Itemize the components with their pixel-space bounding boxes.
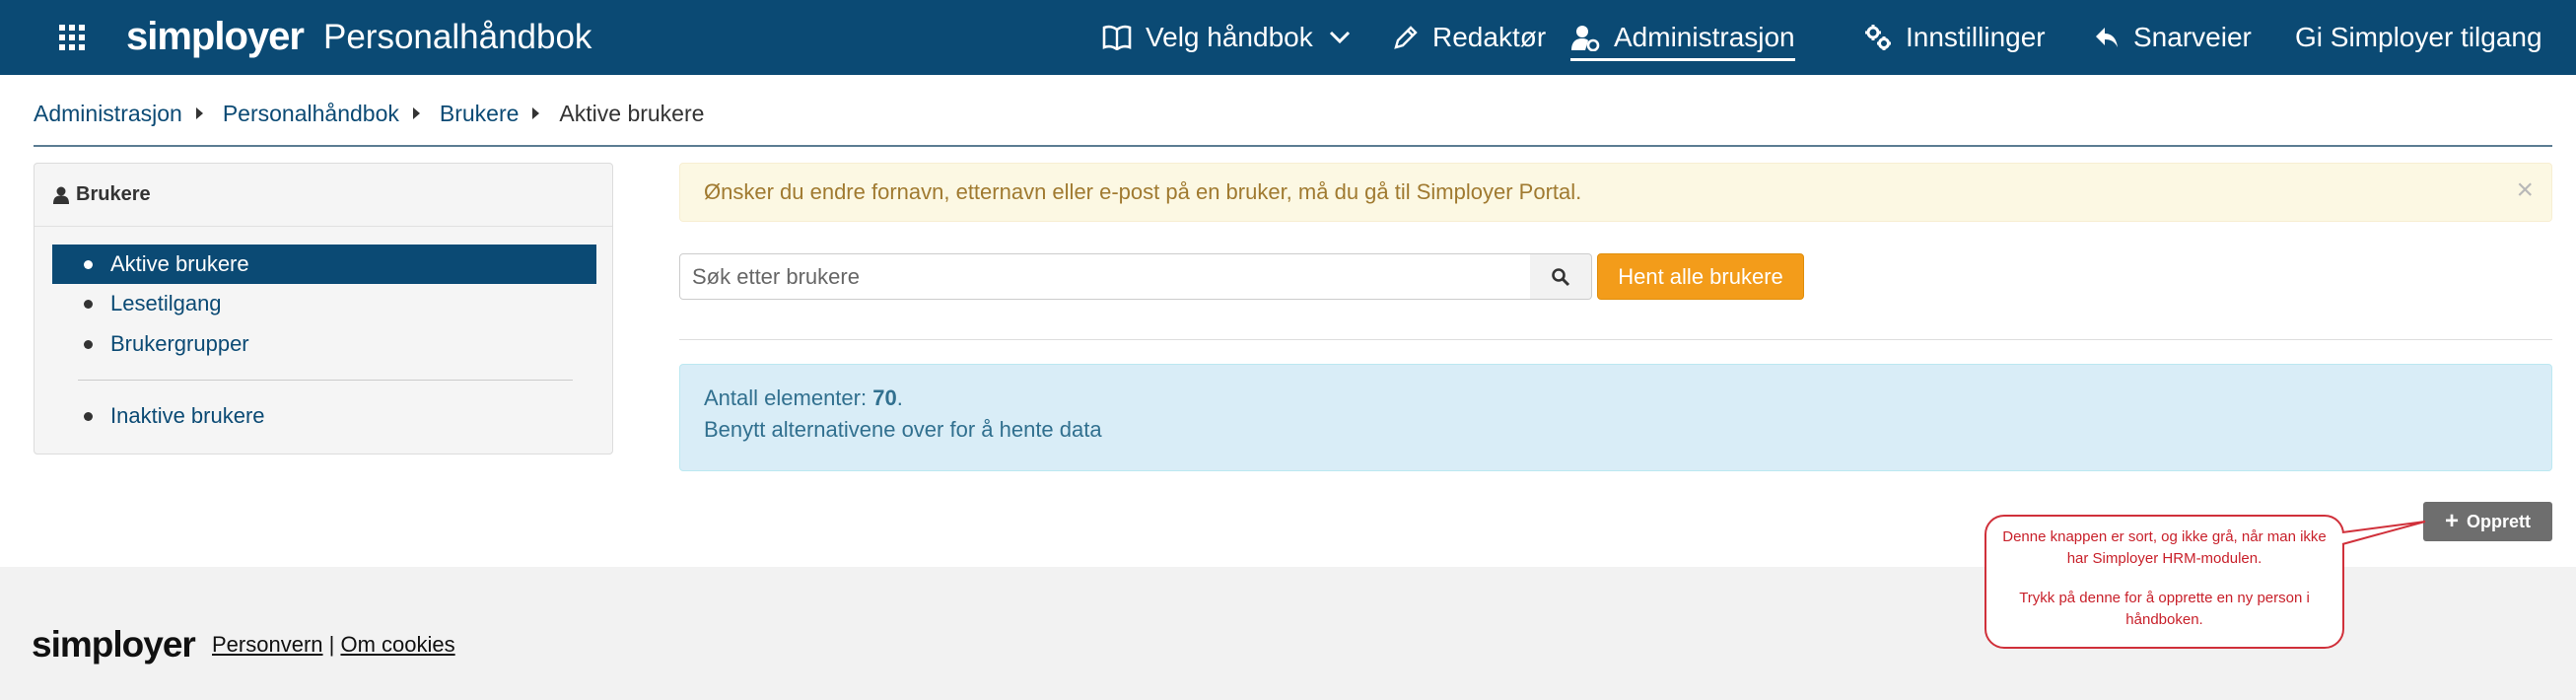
search-icon (1552, 267, 1570, 286)
close-icon[interactable]: × (2516, 175, 2534, 205)
sidebar-item-user-groups[interactable]: Brukergrupper (52, 324, 596, 364)
element-count-value: 70 (872, 385, 897, 410)
gears-icon (1865, 25, 1891, 50)
element-count-label: Antall elementer: (704, 385, 868, 410)
element-count-suffix: . (896, 385, 903, 410)
app-title: Personalhåndbok (323, 18, 592, 56)
nav-shortcuts-label: Snarveier (2133, 22, 2252, 52)
nav-choose-handbook[interactable]: Velg håndbok (1102, 0, 1351, 75)
breadcrumb-separator-icon (532, 107, 540, 119)
privacy-link[interactable]: Personvern (212, 632, 323, 657)
sidebar-item-label: Inaktive brukere (110, 403, 265, 428)
reply-icon (2096, 28, 2118, 47)
footer-separator: | (322, 632, 341, 657)
bullet-icon (84, 299, 93, 309)
breadcrumb-separator-icon (195, 107, 203, 119)
sidebar-item-label: Lesetilgang (110, 291, 222, 315)
breadcrumb-item-users[interactable]: Brukere (440, 101, 520, 127)
breadcrumb-divider (34, 145, 2552, 147)
sidebar-heading: Brukere (35, 164, 612, 227)
footer-links: Personvern | Om cookies (212, 632, 455, 658)
nav-administration-label: Administrasjon (1614, 22, 1795, 52)
warning-alert-text: Ønsker du endre fornavn, etternavn eller… (704, 179, 1582, 204)
sidebar-divider (78, 380, 573, 381)
sidebar-item-active-users[interactable]: Aktive brukere (52, 245, 596, 284)
sidebar-item-inactive-users[interactable]: Inaktive brukere (52, 396, 596, 436)
plus-icon: + (2444, 508, 2459, 534)
nav-shortcuts[interactable]: Snarveier (2094, 0, 2252, 75)
chevron-down-icon (1329, 31, 1350, 44)
apps-grid-icon[interactable] (57, 23, 87, 52)
sidebar-title: Brukere (76, 183, 151, 205)
user-cog-icon (1571, 26, 1600, 51)
annotation-callout: Denne knappen er sort, og ikke grå, når … (1984, 515, 2344, 649)
nav-grant-access[interactable]: Gi Simployer tilgang (2295, 0, 2542, 75)
pencil-icon (1394, 26, 1418, 49)
info-hint: Benytt alternativene over for å hente da… (704, 417, 1102, 442)
content-divider (679, 339, 2552, 340)
sidebar-panel: Brukere Aktive brukere Lesetilgang Bruke… (34, 163, 613, 455)
cookies-link[interactable]: Om cookies (340, 632, 454, 657)
sidebar-item-read-access[interactable]: Lesetilgang (52, 284, 596, 323)
user-icon (53, 186, 69, 204)
create-button[interactable]: + Opprett (2423, 502, 2552, 541)
sidebar-item-label: Aktive brukere (110, 251, 249, 276)
fetch-all-users-button[interactable]: Hent alle brukere (1597, 253, 1804, 300)
book-icon (1102, 25, 1132, 50)
annotation-line-1: Denne knappen er sort, og ikke grå, når … (2002, 528, 2327, 567)
breadcrumb-separator-icon (412, 107, 420, 119)
top-navbar: simployer Personalhåndbok Velg håndbok R… (0, 0, 2576, 75)
warning-alert: Ønsker du endre fornavn, etternavn eller… (679, 163, 2552, 222)
bullet-icon (84, 339, 93, 349)
footer-logo: simployer (32, 624, 196, 665)
breadcrumb-item-administration[interactable]: Administrasjon (34, 101, 182, 127)
simployer-logo[interactable]: simployer (126, 12, 305, 61)
bullet-icon (84, 259, 93, 269)
bullet-icon (84, 411, 93, 421)
nav-grant-access-label: Gi Simployer tilgang (2295, 22, 2542, 52)
nav-choose-handbook-label: Velg håndbok (1146, 22, 1313, 52)
element-count: Antall elementer: 70. (704, 383, 2528, 414)
breadcrumb: Administrasjon Personalhåndbok Brukere A… (34, 99, 704, 128)
info-alert: Antall elementer: 70. Benytt alternative… (679, 364, 2552, 471)
breadcrumb-item-handbook[interactable]: Personalhåndbok (223, 101, 399, 127)
sidebar-item-label: Brukergrupper (110, 331, 249, 356)
nav-settings-label: Innstillinger (1906, 22, 2046, 52)
breadcrumb-current: Aktive brukere (559, 100, 705, 126)
annotation-line-2: Trykk på denne for å opprette en ny pers… (2019, 590, 2310, 628)
user-search-input[interactable] (679, 253, 1531, 300)
nav-editor-label: Redaktør (1432, 22, 1547, 52)
create-button-label: Opprett (2467, 511, 2531, 531)
nav-editor[interactable]: Redaktør (1393, 0, 1546, 75)
nav-settings[interactable]: Innstillinger (1864, 0, 2046, 75)
nav-administration[interactable]: Administrasjon (1570, 0, 1795, 75)
search-button[interactable] (1530, 253, 1592, 300)
